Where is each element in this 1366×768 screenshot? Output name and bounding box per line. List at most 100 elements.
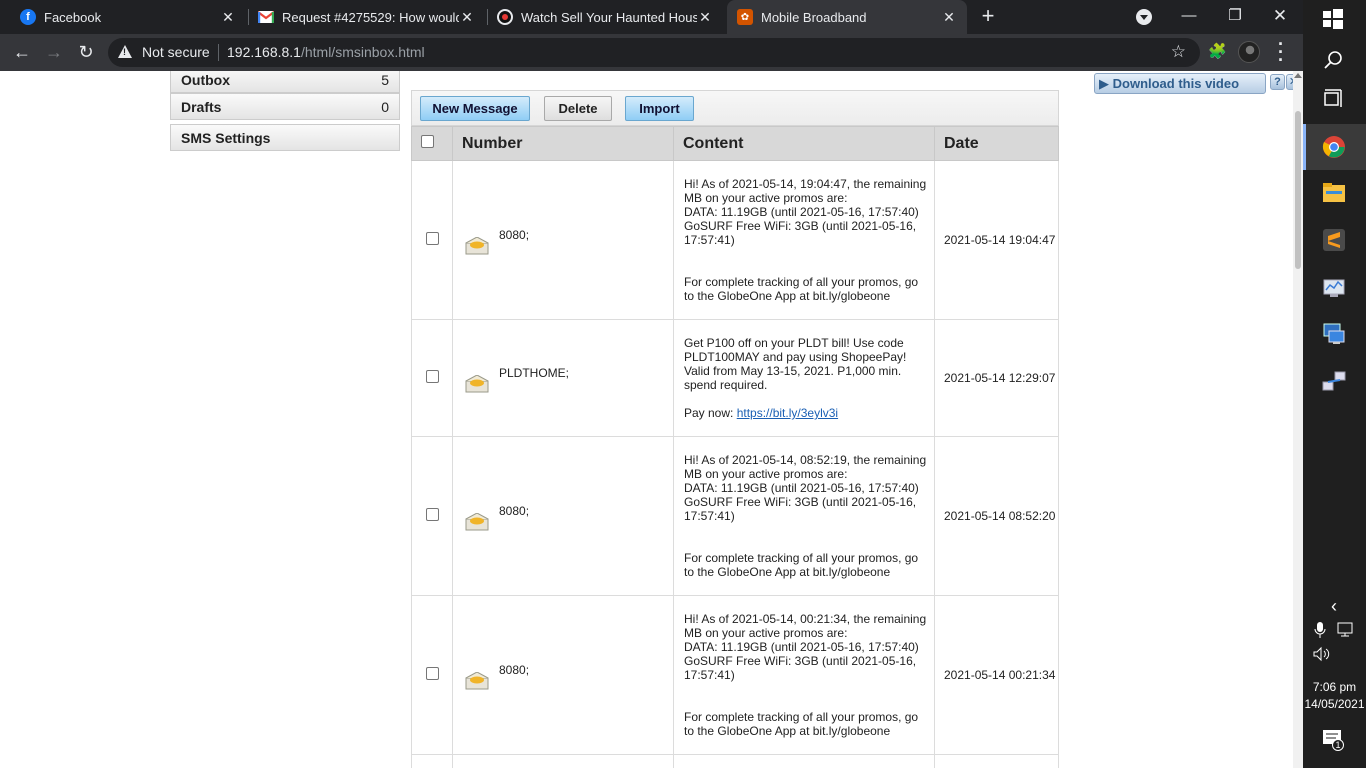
message-content[interactable]: Hi! As of 2021-05-14, 19:04:47, the rema… [673,160,935,320]
window-close-button[interactable]: ✕ [1257,0,1303,34]
import-button[interactable]: Import [625,96,694,121]
tab-title: Mobile Broadband [761,9,867,25]
read-envelope-icon [465,374,489,393]
gmail-icon [258,9,274,25]
sidebar-item-sms-settings[interactable]: SMS Settings [170,124,400,151]
tab-search-icon[interactable] [1136,9,1152,25]
windows-taskbar: ‹ 7:06 pm 14/05/2021 1 [1303,0,1366,768]
message-content[interactable]: Hi! As of 2021-05-14, 08:52:19, the rema… [673,436,935,596]
sidebar-item-outbox[interactable]: Outbox 5 [170,71,400,93]
network-monitor-icon[interactable] [1322,276,1346,300]
file-explorer-icon[interactable] [1322,182,1346,206]
sender-number: 8080; [499,663,530,678]
chrome-icon[interactable] [1322,135,1346,159]
extensions-puzzle-icon[interactable]: 🧩 [1208,42,1227,60]
column-header-number[interactable]: Number [452,126,674,161]
message-toolbar: New Message Delete Import [411,90,1059,126]
task-view-icon[interactable] [1322,88,1346,112]
tab-facebook[interactable]: f Facebook ✕ [12,0,244,34]
column-header-date[interactable]: Date [934,126,1059,161]
huawei-router-icon: ✿ [737,9,753,25]
back-arrow-icon[interactable]: ← [10,41,34,65]
tab-title: Request #4275529: How would yo [282,9,459,25]
close-icon[interactable]: ✕ [1286,74,1293,90]
close-icon[interactable]: ✕ [459,9,475,25]
clock-date[interactable]: 14/05/2021 [1303,697,1366,711]
sender-number: 8080; [499,228,530,243]
forward-arrow-icon[interactable]: → [42,41,66,65]
delete-button[interactable]: Delete [544,96,612,121]
tab-mobile-broadband[interactable]: ✿ Mobile Broadband ✕ [727,0,967,34]
tab-strip: f Facebook ✕ Request #4275529: How would… [0,0,1303,34]
tab-gmail[interactable]: Request #4275529: How would yo ✕ [250,0,483,34]
bookmark-star-icon[interactable]: ☆ [1171,42,1186,62]
row-checkbox[interactable] [425,508,439,521]
remote-desktop-icon[interactable] [1322,322,1346,346]
volume-icon[interactable] [1312,646,1336,670]
row-checkbox[interactable] [425,232,439,245]
reload-icon[interactable]: ↻ [74,41,98,65]
url-text[interactable]: 192.168.8.1/html/smsinbox.html [227,44,425,60]
security-label[interactable]: Not secure [142,44,210,60]
network-icon[interactable] [1337,622,1361,646]
tab-title: Watch Sell Your Haunted House E [521,9,697,25]
warning-icon[interactable] [118,45,132,58]
windows-start-icon[interactable] [1322,8,1346,32]
message-link[interactable]: https://bit.ly/3eylv3i [737,406,838,420]
sidebar-item-drafts[interactable]: Drafts 0 [170,93,400,120]
close-icon[interactable]: ✕ [941,9,957,25]
select-all-checkbox[interactable] [421,134,434,148]
browser-toolbar: ← → ↻ Not secure 192.168.8.1/html/smsinb… [0,34,1303,71]
message-content[interactable]: Get P100 off on your PLDT bill! Use code… [673,319,935,437]
read-envelope-icon [465,671,489,690]
tab-streaming[interactable]: Watch Sell Your Haunted House E ✕ [489,0,721,34]
notifications-icon[interactable]: 1 [1322,729,1346,753]
table-header-row: Number Content Date [411,126,1059,161]
drafts-count: 0 [381,99,389,115]
notification-badge: 1 [1332,739,1344,751]
page-content: Outbox 5 Drafts 0 SMS Settings New Messa… [0,71,1293,768]
browser-menu-icon[interactable]: · · · [1276,35,1286,69]
network-connection-icon[interactable] [1322,370,1346,394]
row-checkbox[interactable] [425,370,439,383]
read-envelope-icon [465,512,489,531]
sublime-text-icon[interactable] [1322,228,1346,252]
minimize-button[interactable]: — [1166,0,1212,34]
help-icon[interactable]: ? [1270,74,1285,90]
sms-inbox-table: Number Content Date 8080; Hi! As of 2021… [411,126,1059,768]
search-icon[interactable] [1322,50,1346,74]
new-tab-button[interactable]: + [978,5,998,27]
scroll-up-arrow-icon[interactable] [1294,73,1302,78]
table-row[interactable]: 8080; Hi! As of 2021-05-14, 19:04:47, th… [411,160,1059,320]
message-date: 2021-05-14 08:52:20 [934,436,1059,596]
message-content[interactable]: Hi! As of 2021-05-14, 00:21:34, the rema… [673,595,935,755]
page-scrollbar[interactable] [1293,71,1303,768]
message-date: 2021-05-14 00:21:34 [934,595,1059,755]
column-header-content[interactable]: Content [673,126,935,161]
sender-number: PLDTHOME; [499,366,570,381]
scrollbar-thumb[interactable] [1295,111,1301,269]
close-icon[interactable]: ✕ [220,9,236,25]
outbox-count: 5 [381,72,389,88]
message-date: 2021-05-14 12:29:07 [934,319,1059,437]
tab-title: Facebook [44,9,102,25]
profile-avatar[interactable] [1238,41,1260,63]
new-message-button[interactable]: New Message [420,96,530,121]
download-video-button[interactable]: ▶ Download this video [1094,73,1266,94]
table-row[interactable]: PLDTHOME; Get P100 off on your PLDT bill… [411,319,1059,437]
table-row[interactable]: 8080; Hi! As of 2021-05-14, 08:52:19, th… [411,436,1059,596]
row-checkbox[interactable] [425,667,439,680]
facebook-icon: f [20,9,36,25]
microphone-icon[interactable] [1313,621,1337,645]
clock-time[interactable]: 7:06 pm [1303,680,1366,694]
maximize-button[interactable]: ❐ [1212,0,1258,34]
streaming-site-icon [497,9,513,25]
table-row[interactable] [411,754,1059,768]
message-date: 2021-05-14 19:04:47 [934,160,1059,320]
chevron-left-icon[interactable]: ‹ [1322,596,1346,620]
close-icon[interactable]: ✕ [697,9,713,25]
play-icon: ▶ [1099,76,1109,91]
address-bar[interactable]: Not secure 192.168.8.1/html/smsinbox.htm… [108,38,1200,67]
read-envelope-icon [465,236,489,255]
table-row[interactable]: 8080; Hi! As of 2021-05-14, 00:21:34, th… [411,595,1059,755]
